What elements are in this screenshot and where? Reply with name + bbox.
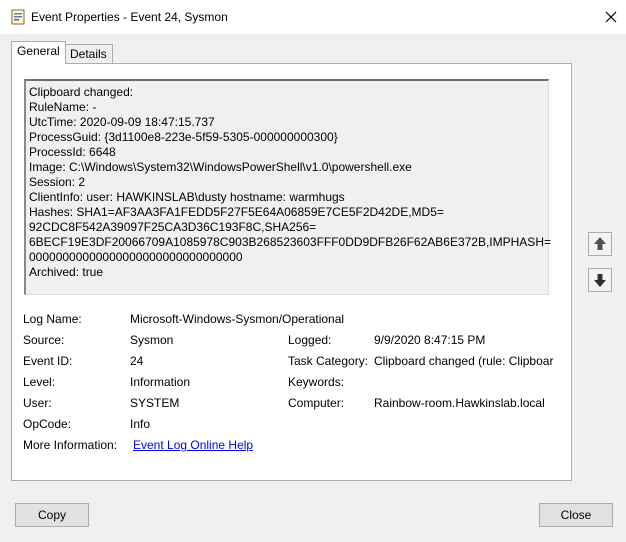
event-description-box[interactable]: Clipboard changed: RuleName: - UtcTime: … — [24, 79, 551, 295]
task-category-label: Task Category: — [288, 354, 369, 368]
description-line: ClientInfo: user: HAWKINSLAB\dusty hostn… — [29, 190, 345, 204]
description-line: ProcessId: 6648 — [29, 145, 116, 159]
task-category-value[interactable]: Clipboard changed (rule: Clipboar — [374, 354, 554, 368]
tab-general[interactable]: General — [11, 41, 66, 64]
next-event-button[interactable] — [588, 268, 612, 292]
log-name-value[interactable]: Microsoft-Windows-Sysmon/Operational — [130, 312, 344, 326]
logged-value[interactable]: 9/9/2020 8:47:15 PM — [374, 333, 485, 347]
level-label: Level: — [23, 375, 56, 389]
keywords-label: Keywords: — [288, 375, 345, 389]
event-log-online-help-link[interactable]: Event Log Online Help — [133, 438, 253, 452]
description-line: Archived: true — [29, 265, 104, 279]
description-line: Hashes: SHA1=AF3AA3FA1FEDD5F27F5E64A0685… — [29, 205, 444, 219]
computer-label: Computer: — [288, 396, 345, 410]
event-id-value[interactable]: 24 — [130, 354, 143, 368]
arrow-up-icon — [594, 237, 606, 250]
level-value[interactable]: Information — [130, 375, 190, 389]
description-line: 00000000000000000000000000000000 — [29, 250, 243, 264]
log-name-label: Log Name: — [23, 312, 82, 326]
close-icon — [605, 11, 617, 23]
window-title: Event Properties - Event 24, Sysmon — [31, 10, 228, 24]
event-viewer-icon — [11, 9, 25, 25]
description-line: 6BECF19E3DF20066709A1085978C903B26852360… — [29, 235, 551, 249]
description-line: ProcessGuid: {3d1100e8-223e-5f59-5305-00… — [29, 130, 338, 144]
description-line: RuleName: - — [29, 100, 97, 114]
computer-value[interactable]: Rainbow-room.Hawkinslab.local — [374, 396, 545, 410]
title-bar: Event Properties - Event 24, Sysmon — [0, 0, 626, 34]
source-label: Source: — [23, 333, 65, 347]
close-button[interactable]: Close — [539, 503, 613, 527]
close-window-button[interactable] — [598, 5, 624, 29]
user-label: User: — [23, 396, 52, 410]
description-line: UtcTime: 2020-09-09 18:47:15.737 — [29, 115, 215, 129]
more-information-label: More Information: — [23, 438, 118, 452]
source-value[interactable]: Sysmon — [130, 333, 173, 347]
tab-details[interactable]: Details — [64, 44, 113, 64]
copy-button[interactable]: Copy — [15, 503, 89, 527]
user-value[interactable]: SYSTEM — [130, 396, 179, 410]
description-line: 92CDC8F542A39097F25CA3D36C193F8C,SHA256= — [29, 220, 317, 234]
opcode-value[interactable]: Info — [130, 417, 150, 431]
arrow-down-icon — [594, 274, 606, 287]
description-line: Clipboard changed: — [29, 85, 134, 99]
event-id-label: Event ID: — [23, 354, 73, 368]
description-line: Image: C:\Windows\System32\WindowsPowerS… — [29, 160, 412, 174]
description-line: Session: 2 — [29, 175, 86, 189]
previous-event-button[interactable] — [588, 232, 612, 256]
opcode-label: OpCode: — [23, 417, 72, 431]
logged-label: Logged: — [288, 333, 332, 347]
